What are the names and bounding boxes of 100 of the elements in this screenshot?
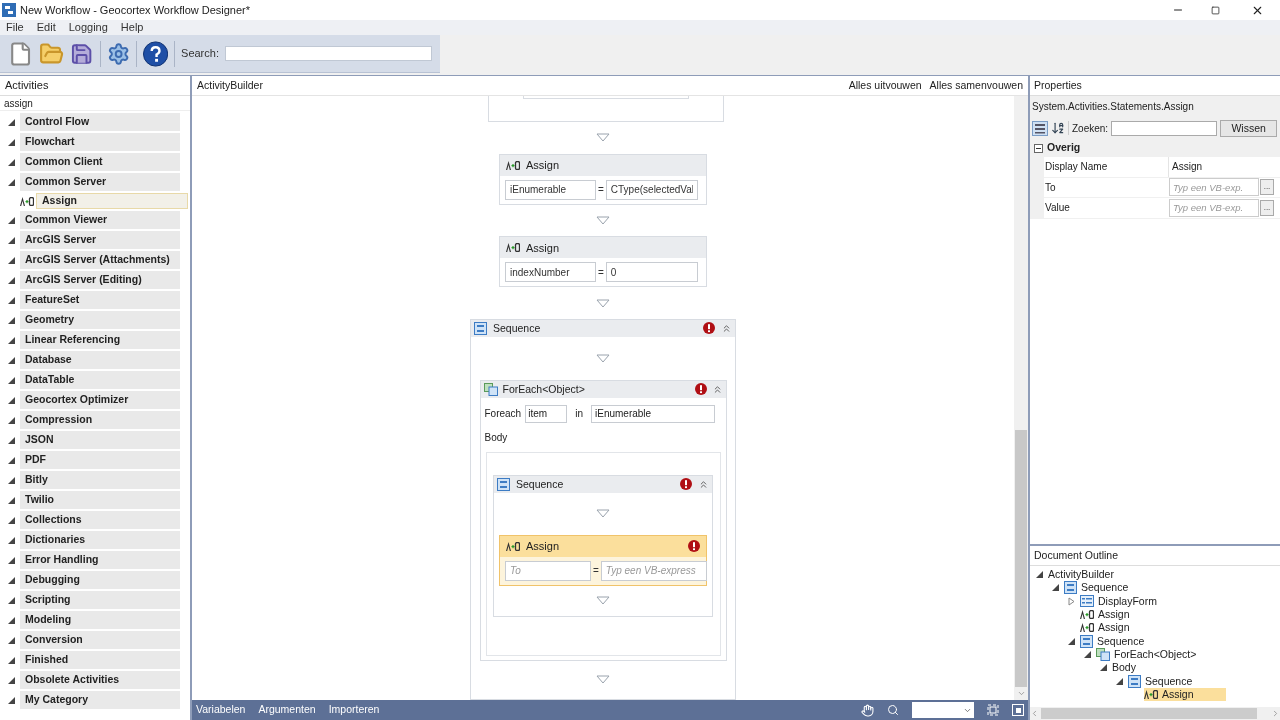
expanded-triangle-icon[interactable] [8, 118, 15, 126]
zoom-icon[interactable] [887, 704, 899, 716]
category-header[interactable]: Modeling [20, 611, 180, 629]
expanded-triangle-icon[interactable] [8, 336, 15, 344]
category-header[interactable]: Common Client [20, 153, 180, 171]
restore-icon[interactable] [1211, 5, 1220, 15]
expanded-triangle-icon[interactable] [8, 576, 15, 584]
category-header[interactable]: ArcGIS Server (Editing) [20, 271, 180, 289]
expanded-triangle-icon[interactable] [8, 158, 15, 166]
designer-tab[interactable]: Importeren [328, 702, 380, 718]
ellipsis-button[interactable]: ... [1260, 179, 1274, 196]
to-field[interactable]: iEnumerable [505, 179, 596, 200]
expanded-triangle-icon[interactable] [1035, 571, 1043, 579]
expanded-triangle-icon[interactable] [8, 436, 15, 444]
pan-icon[interactable] [861, 703, 874, 717]
expanded-triangle-icon[interactable] [8, 556, 15, 564]
expanded-triangle-icon[interactable] [8, 696, 15, 704]
expanded-triangle-icon[interactable] [8, 396, 15, 404]
category-header[interactable]: FeatureSet [20, 291, 180, 309]
category-header[interactable]: Obsolete Activities [20, 671, 180, 689]
save-icon[interactable] [70, 41, 94, 66]
expanded-triangle-icon[interactable] [8, 516, 15, 524]
category-header[interactable]: Finished [20, 651, 180, 669]
value-field[interactable]: Typ een VB-express [600, 561, 707, 581]
expanded-triangle-icon[interactable] [8, 536, 15, 544]
expanded-triangle-icon[interactable] [8, 676, 15, 684]
sort-alphabetical-icon[interactable] [1051, 121, 1065, 135]
value-field[interactable]: 0 [605, 262, 698, 283]
expanded-triangle-icon[interactable] [8, 596, 15, 604]
outline-item[interactable]: Assign [1144, 687, 1226, 701]
expanded-triangle-icon[interactable] [8, 456, 15, 464]
category-header[interactable]: ArcGIS Server [20, 231, 180, 249]
category-header[interactable]: Geocortex Optimizer [20, 391, 180, 409]
assign-activity-card[interactable]: Assign iEnumerable = CType(selectedVal [499, 153, 707, 205]
expanded-triangle-icon[interactable] [8, 138, 15, 146]
category-header[interactable]: Control Flow [20, 113, 180, 131]
category-header[interactable]: Common Viewer [20, 211, 180, 229]
outline-item[interactable]: Assign [1080, 621, 1162, 635]
collapse-icon[interactable] [698, 479, 709, 490]
expanded-triangle-icon[interactable] [8, 276, 15, 284]
expanded-triangle-icon[interactable] [8, 256, 15, 264]
collection-field[interactable]: iEnumerable [591, 405, 715, 423]
expanded-triangle-icon[interactable] [1067, 637, 1075, 645]
expanded-triangle-icon[interactable] [8, 216, 15, 224]
expression-field[interactable]: Typ een VB-exp. [1169, 178, 1259, 197]
expanded-triangle-icon[interactable] [8, 416, 15, 424]
outline-item[interactable]: Sequence [1064, 581, 1161, 595]
designer-tab[interactable]: Argumenten [258, 702, 316, 718]
expression-field[interactable]: Typ een VB-exp. [1169, 198, 1259, 217]
collapse-icon[interactable] [721, 323, 732, 334]
category-header[interactable]: Compression [20, 411, 180, 429]
property-value[interactable]: Assign [1168, 157, 1280, 177]
to-field[interactable]: indexNumber [505, 262, 596, 283]
clear-button[interactable]: Wissen [1220, 119, 1278, 137]
activity-search-field[interactable]: assign [0, 96, 190, 111]
expanded-triangle-icon[interactable] [8, 476, 15, 484]
settings-icon[interactable] [106, 41, 130, 66]
overview-icon[interactable] [1012, 704, 1024, 716]
menu-item[interactable]: Edit [36, 19, 56, 36]
expanded-triangle-icon[interactable] [1099, 664, 1107, 672]
category-header[interactable]: Debugging [20, 571, 180, 589]
category-header[interactable]: PDF [20, 451, 180, 469]
expand-collapse-link[interactable]: Alles uitvouwen [848, 77, 922, 94]
expanded-triangle-icon[interactable] [8, 636, 15, 644]
category-header[interactable]: Conversion [20, 631, 180, 649]
ellipsis-button[interactable]: ... [1260, 199, 1274, 216]
outline-item[interactable]: Assign [1080, 608, 1162, 622]
expanded-triangle-icon[interactable] [8, 496, 15, 504]
category-header[interactable]: Flowchart [20, 133, 180, 151]
expanded-triangle-icon[interactable] [8, 296, 15, 304]
expanded-triangle-icon[interactable] [8, 376, 15, 384]
value-field[interactable]: CType(selectedVal [605, 179, 698, 200]
designer-tab[interactable]: Variabelen [196, 702, 246, 718]
property-search-field[interactable] [1111, 120, 1218, 136]
expanded-triangle-icon[interactable] [8, 316, 15, 324]
category-header[interactable]: My Category [20, 691, 180, 709]
help-icon[interactable] [142, 40, 169, 67]
to-field[interactable]: To [505, 561, 591, 581]
collapsed-triangle-icon[interactable] [1067, 596, 1075, 606]
expanded-triangle-icon[interactable] [8, 236, 15, 244]
expanded-triangle-icon[interactable] [1115, 677, 1123, 685]
category-header[interactable]: Linear Referencing [20, 331, 180, 349]
category-header[interactable]: Geometry [20, 311, 180, 329]
outline-item[interactable]: ActivityBuilder [1048, 568, 1146, 582]
expanded-triangle-icon[interactable] [1051, 584, 1059, 592]
item-field[interactable]: item [525, 405, 568, 423]
expanded-triangle-icon[interactable] [8, 178, 15, 186]
collapse-box-icon[interactable] [1034, 143, 1043, 153]
fit-to-screen-icon[interactable] [987, 704, 999, 716]
menu-item[interactable]: File [6, 19, 24, 36]
expanded-triangle-icon[interactable] [8, 616, 15, 624]
menu-item[interactable]: Logging [68, 19, 108, 36]
outline-item[interactable]: Body [1112, 661, 1168, 675]
category-header[interactable]: DataTable [20, 371, 180, 389]
category-header[interactable]: JSON [20, 431, 180, 449]
category-header[interactable]: Dictionaries [20, 531, 180, 549]
category-header[interactable]: Database [20, 351, 180, 369]
outline-item[interactable]: Sequence [1128, 674, 1225, 688]
vertical-scrollbar[interactable] [1014, 96, 1028, 700]
category-header[interactable]: Bitly [20, 471, 180, 489]
